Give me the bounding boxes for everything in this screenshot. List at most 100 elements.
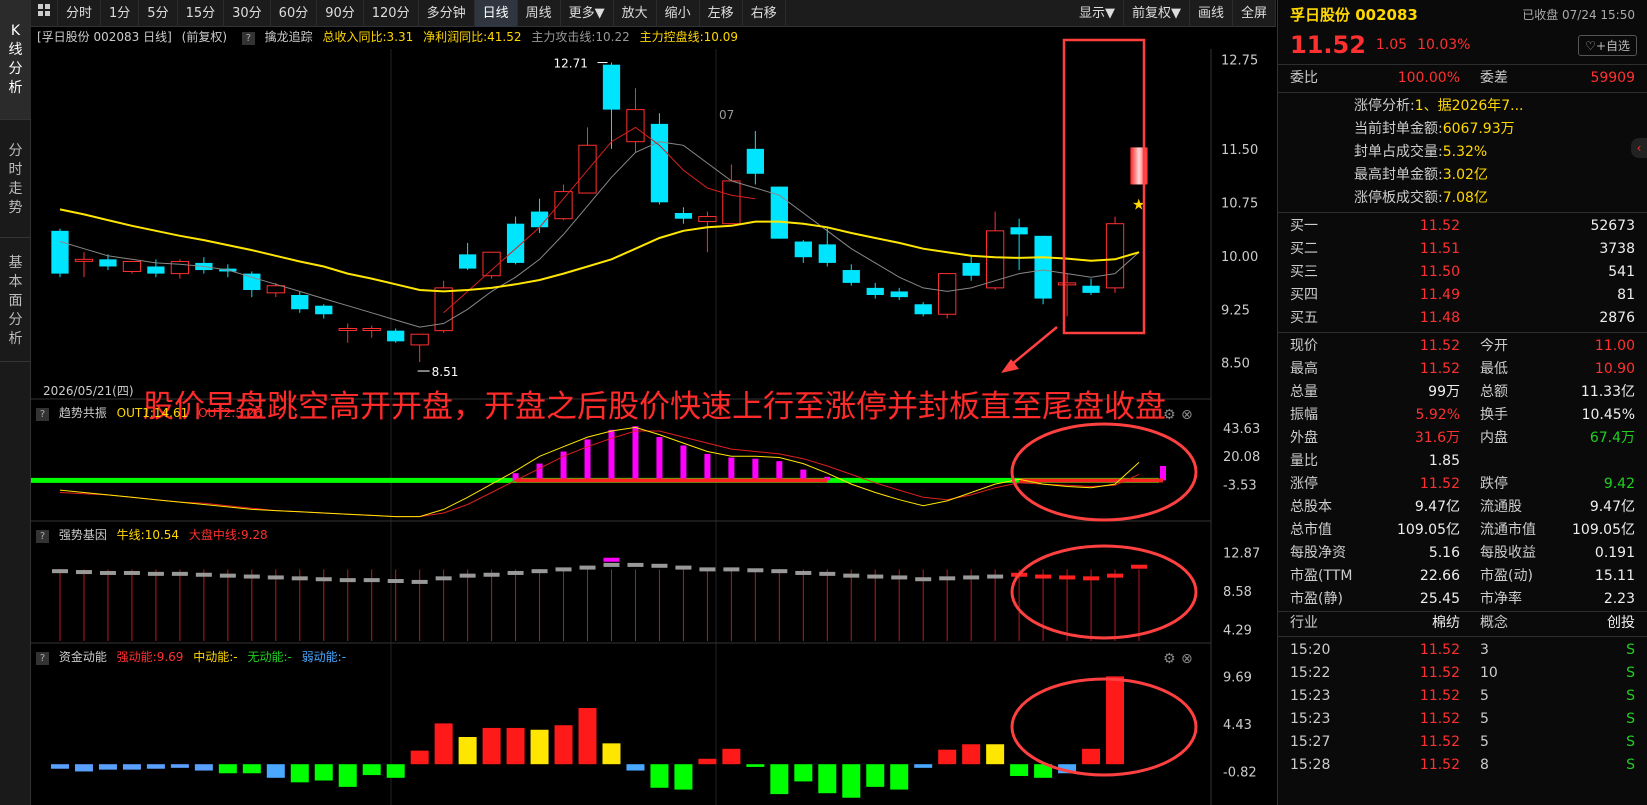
pane2-bar [867,574,884,579]
pane1-name[interactable]: 趋势共振 [59,406,107,420]
collapse-arrow-icon[interactable]: ‹ [1631,138,1647,158]
add-favorite-button[interactable]: ♡+自选 [1578,34,1637,56]
pane3-bar [866,764,885,787]
current-price: 11.52 [1290,31,1366,59]
pane1-bar [536,463,543,481]
period-button[interactable]: 5分 [139,0,178,27]
pane3-bar [698,758,717,765]
tick-row: 15:22 11.52 10 S [1290,665,1635,681]
market-status: 已收盘 07/24 15:50 [1522,7,1635,22]
stat-row: 最高 11.52 最低 10.90 [1290,361,1635,377]
period-button[interactable]: 更多▼ [561,0,614,27]
candle [1057,282,1077,286]
close-icon[interactable]: ⊗ [1181,407,1193,423]
sidebar-item-timeshare[interactable]: 分 时 走 势 [0,120,31,238]
pane3-bar [818,764,837,794]
period-button[interactable]: 分时 [58,0,102,27]
limit-info-list: 涨停分析: 1、据2026年7... 当前封单金额: 6067.93万 封单占成交量: 5… [1278,95,1647,210]
limit-info-row: 当前封单金额: 6067.93万 [1354,121,1515,137]
pane3-bar [386,764,405,778]
pane2-bar [579,565,596,570]
period-button[interactable]: 周线 [518,0,561,27]
pane1-bar [656,437,663,481]
toolbar-right-button[interactable]: 显示▼ [1071,0,1124,27]
toolbar-right-button[interactable]: 画线 [1190,0,1233,27]
candle [770,186,788,239]
pane2-bar [819,571,836,576]
pane2-bar [843,573,860,578]
bid-row: 买二 11.51 3738 [1290,241,1635,257]
candle [147,266,165,274]
period-button[interactable]: 15分 [178,0,225,27]
pane1-yellow-line [59,426,1140,518]
pane2-bar [675,565,692,570]
period-button[interactable]: 30分 [224,0,271,27]
bid-list: 买一 11.52 52673 买二 11.51 3738 买三 11.50 541 买四 11.49… [1278,215,1647,330]
pane3-bar [290,764,309,783]
candle [1105,223,1125,289]
sidebar-item-fundamental[interactable]: 基 本 面 分 析 [0,238,31,362]
toolbar-right-button[interactable]: 全屏 [1233,0,1276,27]
period-button[interactable]: 1分 [101,0,140,27]
pane2-bar [747,568,764,573]
help-icon[interactable]: ? [36,652,49,665]
pane3-bar [914,764,933,768]
highlight-box [1062,38,1146,335]
highlight-ellipse [1010,422,1198,522]
candle [266,285,285,294]
pane3-bar [554,725,573,765]
candle [650,123,669,203]
price-axis-label: 9.25 [1221,303,1250,318]
grid-icon[interactable] [31,0,58,27]
pane3-axis-label: 9.69 [1223,670,1252,685]
period-button[interactable]: 放大 [614,0,657,27]
weibi-row: 委比 100.00% 委差 59909 [1290,70,1635,86]
help-icon[interactable]: ? [36,408,49,421]
settings-gear-icon[interactable]: ⚙ [1163,407,1176,423]
candle [122,260,142,272]
pane3-bar [98,764,117,770]
pane3-bar [674,764,693,790]
help-icon[interactable]: ? [36,530,49,543]
period-button[interactable]: 左移 [700,0,743,27]
pane3-bar [746,764,765,767]
toolbar-right-button[interactable]: 前复权▼ [1124,0,1190,27]
period-button[interactable]: 缩小 [657,0,700,27]
pane2-axis-label: 8.58 [1223,585,1252,600]
close-icon[interactable]: ⊗ [1181,651,1193,667]
pane3-weak: 弱动能:- [301,650,347,664]
pane1-red-line [59,430,1140,518]
period-button[interactable]: 右移 [743,0,786,27]
settings-gear-icon[interactable]: ⚙ [1163,651,1176,667]
pane2-bar [723,567,740,572]
pane3-bar [410,750,429,765]
pane2-name[interactable]: 强势基因 [59,528,107,542]
candle [818,244,836,263]
pane1-bar [704,453,711,481]
category-row: 行业 棉纺 概念 创投 [1278,611,1647,634]
pane2-header: ? 强势基因 牛线:10.54 大盘中线:9.28 [31,525,274,545]
low-label: 8.51 [432,365,459,379]
pane3-bar [530,729,549,765]
kline-chart-area[interactable]: [孚日股份 002083 日线] (前复权) ? 擒龙追踪 总收入同比:3.31… [31,27,1276,805]
period-button[interactable]: 日线 [474,0,518,27]
pane3-name[interactable]: 资金动能 [59,650,107,664]
pane3-bar [506,727,525,765]
pane2-bar [651,563,668,568]
period-button[interactable]: 90分 [317,0,364,27]
pane3-bar [1010,764,1029,776]
sidebar-item-kline[interactable]: K 线 分 析 [0,0,31,120]
period-button[interactable]: 120分 [364,0,419,27]
period-button[interactable]: 多分钟 [419,0,475,27]
stat-row: 总量 99万 总额 11.33亿 [1290,384,1635,400]
pane1-out1: OUT1:14.61 [116,406,189,420]
pane3-axis-label: 4.43 [1223,718,1252,733]
candle [842,270,860,283]
pane2-bar [915,577,932,582]
pane3-bar [74,764,93,772]
pane3-bar [578,707,597,765]
candle [746,148,764,174]
pane3-bar [50,764,69,769]
arrow-line [1010,326,1058,366]
period-button[interactable]: 60分 [271,0,318,27]
